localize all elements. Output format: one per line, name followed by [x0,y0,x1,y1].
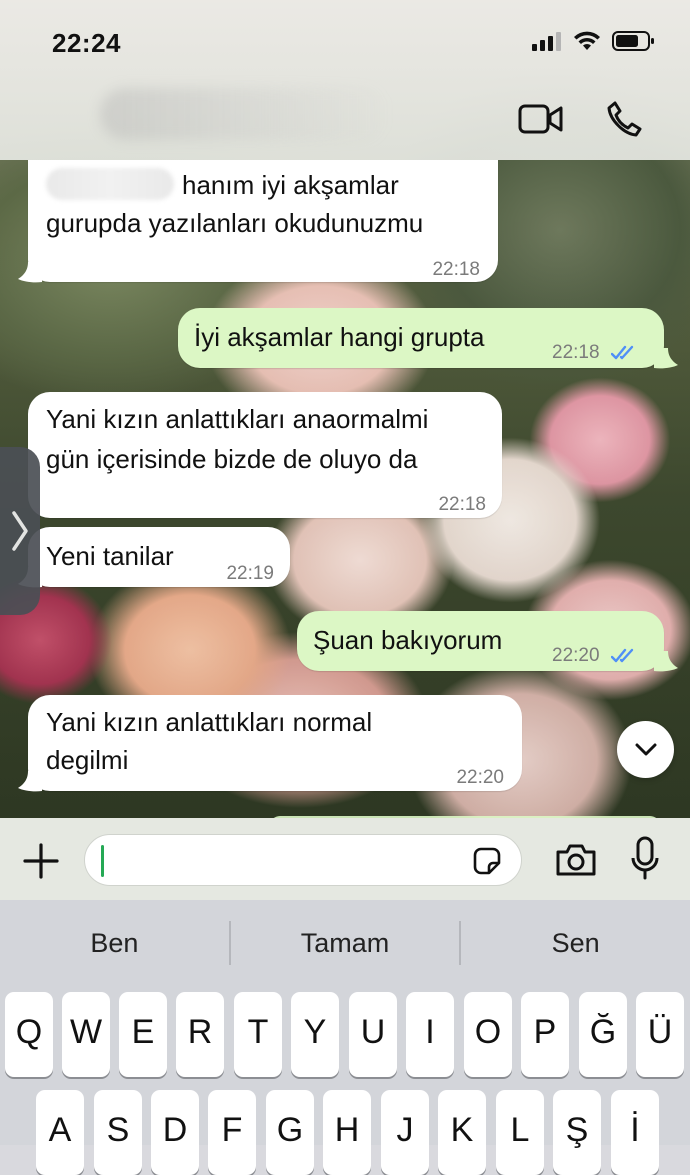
side-panel-handle[interactable] [0,447,40,615]
attach-plus-icon[interactable] [22,842,60,880]
key[interactable]: H [323,1090,371,1175]
key[interactable]: S [94,1090,142,1175]
camera-icon[interactable] [554,842,598,878]
message-text: Şuan bakıyorum [313,625,503,655]
key[interactable]: Y [291,992,339,1077]
message-outgoing[interactable]: Şuan bakıyorum 22:20 [297,611,664,671]
message-text-line: gurupda yazılanları okudunuzmu [46,208,424,238]
message-incoming[interactable]: Yeni tanilar 22:19 [28,527,290,587]
message-time: 22:19 [226,563,274,584]
key[interactable]: E [119,992,167,1077]
scroll-to-bottom-button[interactable] [617,721,674,778]
message-text: hanım iyi akşamlar [182,170,399,200]
microphone-icon[interactable] [630,836,660,882]
wifi-icon [574,31,600,50]
voice-call-icon[interactable] [606,100,642,138]
keyboard: Ben Tamam Sen Q W E R T Y U I O P Ğ Ü A … [0,900,690,1175]
key[interactable]: O [464,992,512,1077]
battery-icon [612,31,654,51]
key[interactable]: A [36,1090,84,1175]
message-time: 22:18 [432,259,480,280]
bubble-tail [654,348,678,369]
key[interactable]: Ş [553,1090,601,1175]
message-text-line: Yani kızın anlattıkları normal [46,707,373,737]
chevron-down-icon [635,743,656,755]
message-time: 22:20 [552,645,600,666]
key[interactable]: J [381,1090,429,1175]
message-text: İyi akşamlar hangi grupta [194,322,485,352]
bubble-tail [18,771,42,792]
key[interactable]: Ü [636,992,684,1077]
key[interactable]: F [208,1090,256,1175]
message-meta: 22:20 [552,637,639,675]
text-caret [101,845,104,877]
message-text-line: hanım iyi akşamlar [46,166,399,204]
key[interactable]: L [496,1090,544,1175]
message-text: Yeni tanilar [46,541,174,571]
suggestion-bar: Ben Tamam Sen [0,900,690,984]
key[interactable]: I [406,992,454,1077]
message-input-field[interactable] [84,834,522,886]
call-actions [518,100,642,138]
key[interactable]: Q [5,992,53,1077]
message-text-line: Yani kızın anlattıkları anaormalmi [46,404,429,434]
message-text-line: gün içerisinde bizde de oluyo da [46,444,418,474]
key[interactable]: P [521,992,569,1077]
read-receipt-icon [610,345,634,360]
video-call-icon[interactable] [518,103,564,135]
message-outgoing[interactable]: İyi akşamlar hangi grupta 22:18 [178,308,664,368]
bubble-tail [654,651,678,672]
message-time: 22:18 [552,342,600,363]
key[interactable]: D [151,1090,199,1175]
key[interactable]: Ğ [579,992,627,1077]
suggestion-item[interactable]: Tamam [231,900,460,984]
message-time: 22:20 [456,767,504,788]
key[interactable]: W [62,992,110,1077]
key[interactable]: U [349,992,397,1077]
message-input[interactable] [101,835,465,885]
message-incoming[interactable]: Yani kızın anlattıkları anaormalmi gün i… [28,392,502,518]
suggestion-item[interactable]: Sen [461,900,690,984]
sticker-icon[interactable] [471,845,503,877]
read-receipt-icon [610,648,634,663]
key[interactable]: İ [611,1090,659,1175]
message-meta: 22:18 [552,334,639,372]
key[interactable]: G [266,1090,314,1175]
status-icons [532,30,656,52]
key[interactable]: K [438,1090,486,1175]
bubble-tail [18,262,42,283]
contact-name-redacted[interactable] [100,88,390,140]
redacted-name [46,168,174,200]
cellular-signal-icon [532,32,561,51]
message-incoming[interactable]: Yani kızın anlattıkları normal degilmi 2… [28,695,522,791]
key[interactable]: R [176,992,224,1077]
message-time: 22:18 [438,494,486,515]
suggestion-item[interactable]: Ben [0,900,229,984]
chevron-right-icon [12,511,28,551]
message-incoming[interactable]: hanım iyi akşamlar gurupda yazılanları o… [28,160,498,282]
key[interactable]: T [234,992,282,1077]
message-text-line: degilmi [46,745,129,775]
chat-header: 22:24 [0,0,690,160]
status-time: 22:24 [52,28,121,58]
